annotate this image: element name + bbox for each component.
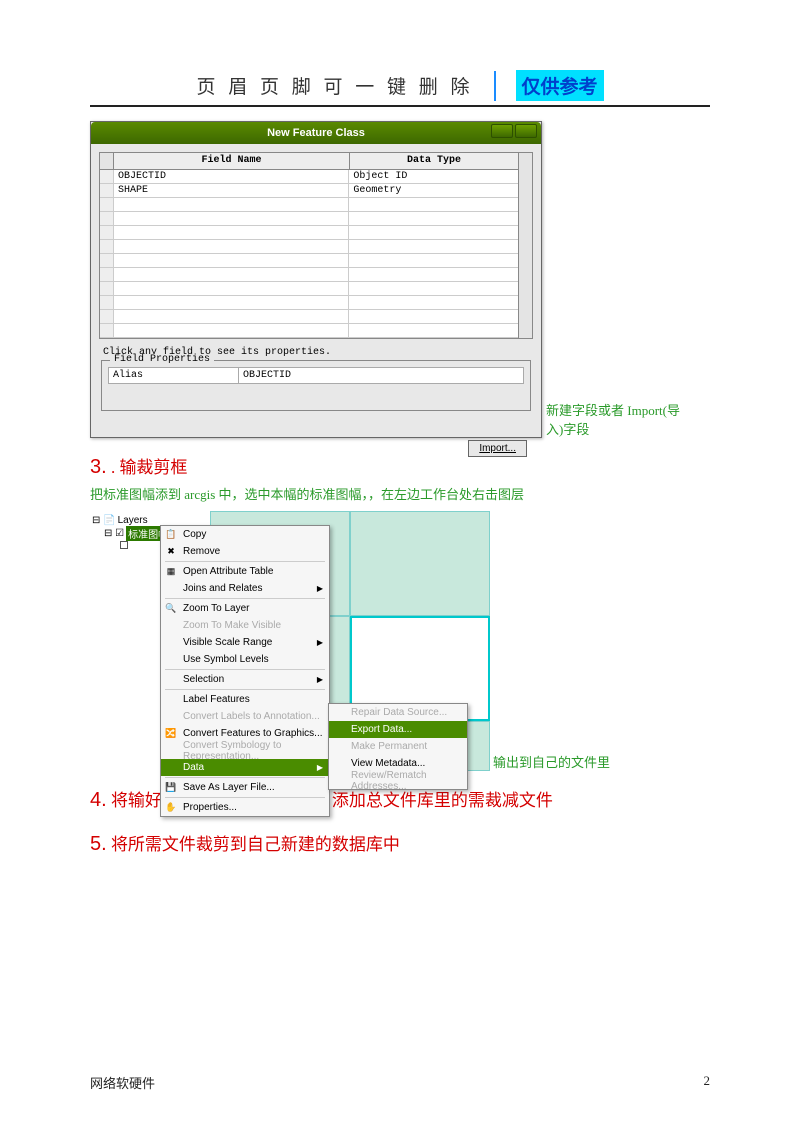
subctx-export-data[interactable]: Export Data... xyxy=(329,721,467,738)
ctx-selection[interactable]: Selection▶ xyxy=(161,671,329,688)
table-row[interactable]: SHAPE Geometry xyxy=(100,184,518,198)
import-button[interactable]: Import... xyxy=(468,440,527,457)
annotation-export: 输出到自己的文件里 xyxy=(493,752,610,771)
new-feature-class-dialog: New Feature Class Field Name Data Type xyxy=(90,121,542,438)
page-header-title: 页 眉 页 脚 可 一 键 删 除 xyxy=(196,72,473,99)
section-5-heading: 5. 将所需文件裁剪到自己新建的数据库中 xyxy=(90,829,710,859)
ctx-label-features[interactable]: Label Features xyxy=(161,691,329,708)
section-3-heading: 3. . 输裁剪框 xyxy=(90,452,710,482)
field-properties-group: Field Properties Alias OBJECTID xyxy=(101,360,531,411)
ctx-visible-scale-range[interactable]: Visible Scale Range▶ xyxy=(161,634,329,651)
toc-panel: ⊟ 📄 Layers ⊟ ☑ 标准图幅 xyxy=(92,515,170,549)
toc-layers[interactable]: Layers xyxy=(118,515,148,526)
footer-page-number: 2 xyxy=(704,1073,711,1092)
ctx-copy[interactable]: 📋Copy xyxy=(161,526,329,543)
footer-left: 网络软硬件 xyxy=(90,1073,155,1092)
context-submenu-data[interactable]: Repair Data Source... Export Data... Mak… xyxy=(328,703,468,790)
ctx-properties[interactable]: ✋Properties... xyxy=(161,799,329,816)
ctx-use-symbol-levels[interactable]: Use Symbol Levels xyxy=(161,651,329,668)
maximize-button[interactable] xyxy=(515,124,537,138)
grid-scrollbar[interactable] xyxy=(518,153,532,338)
ctx-convert-labels: Convert Labels to Annotation... xyxy=(161,708,329,725)
header-rule xyxy=(90,105,710,107)
ctx-remove[interactable]: ✖Remove xyxy=(161,543,329,560)
dialog-title: New Feature Class xyxy=(91,127,541,139)
ctx-convert-symbology: Convert Symbology to Representation... xyxy=(161,742,329,759)
ctx-save-layer-file[interactable]: 💾Save As Layer File... xyxy=(161,779,329,796)
header-divider xyxy=(494,71,496,101)
prop-value[interactable]: OBJECTID xyxy=(239,368,523,383)
dialog-titlebar: New Feature Class xyxy=(91,122,541,144)
subctx-rematch: Review/Rematch Addresses... xyxy=(329,772,467,789)
fields-grid[interactable]: Field Name Data Type OBJECTID Object ID … xyxy=(99,152,533,339)
header-badge: 仅供参考 xyxy=(516,70,604,101)
ctx-zoom-to-layer[interactable]: 🔍Zoom To Layer xyxy=(161,600,329,617)
table-row[interactable]: OBJECTID Object ID xyxy=(100,170,518,184)
subctx-repair: Repair Data Source... xyxy=(329,704,467,721)
field-properties-legend: Field Properties xyxy=(110,354,214,365)
arcgis-context-menu-scene: ⊟ 📄 Layers ⊟ ☑ 标准图幅 📋Copy ✖Remove ▦Open … xyxy=(90,511,490,771)
ctx-zoom-make-visible: Zoom To Make Visible xyxy=(161,617,329,634)
minimize-button[interactable] xyxy=(491,124,513,138)
section-3-sub: 把标准图幅添到 arcgis 中，选中本幅的标准图幅，，在左边工作台处右击图层 xyxy=(90,484,710,503)
context-menu[interactable]: 📋Copy ✖Remove ▦Open Attribute Table Join… xyxy=(160,525,330,817)
ctx-data[interactable]: Data▶ xyxy=(161,759,329,776)
ctx-joins-relates[interactable]: Joins and Relates▶ xyxy=(161,580,329,597)
ctx-open-attr-table[interactable]: ▦Open Attribute Table xyxy=(161,563,329,580)
prop-key: Alias xyxy=(109,368,239,383)
col-data-type: Data Type xyxy=(350,153,518,169)
annotation-import: 新建字段或者 Import(导入)字段 xyxy=(546,400,686,438)
subctx-make-permanent: Make Permanent xyxy=(329,738,467,755)
col-field-name: Field Name xyxy=(114,153,350,169)
